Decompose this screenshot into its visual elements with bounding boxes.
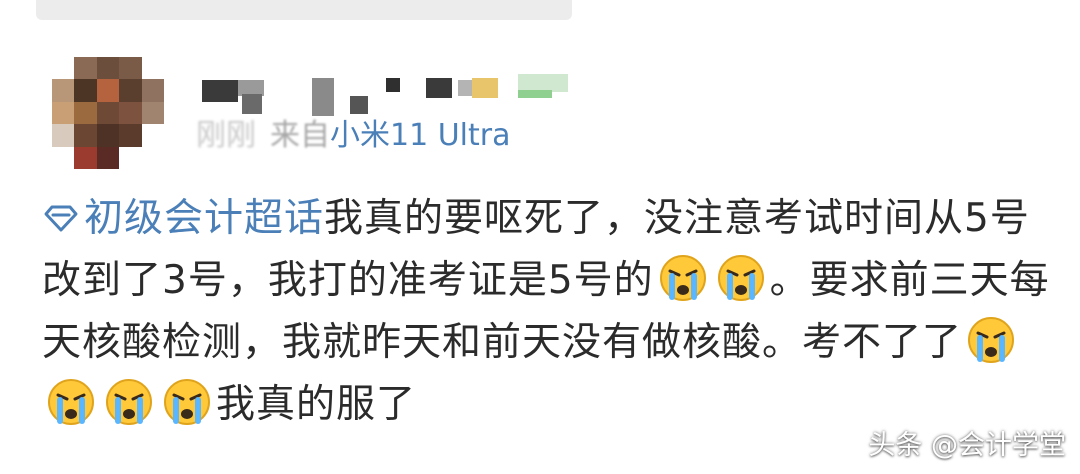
- topic-label: 初级会计超话: [84, 196, 325, 241]
- crying-face-icon: [717, 255, 764, 301]
- diamond-topic-icon: [44, 205, 78, 232]
- watermark: 头条 @会计学堂: [868, 430, 1066, 461]
- post-meta: 刚刚 来自小米11 Ultra: [196, 114, 510, 158]
- post-text-part-3: 我真的服了: [216, 382, 417, 427]
- username-censored[interactable]: [200, 70, 600, 120]
- crying-face-icon: [164, 379, 210, 425]
- post-body: 初级会计超话我真的要呕死了，没注意考试时间从5号改到了3号，我打的准考证是5号的…: [42, 188, 1062, 436]
- crying-face-icon: [659, 255, 706, 301]
- avatar[interactable]: [52, 57, 164, 169]
- post-timestamp: 刚刚: [196, 118, 256, 153]
- previous-card-edge: [36, 0, 572, 20]
- topic-link[interactable]: 初级会计超话: [42, 196, 324, 241]
- crying-face-icon: [968, 317, 1015, 363]
- device-link[interactable]: 小米11 Ultra: [330, 118, 510, 153]
- crying-face-icon: [106, 379, 152, 425]
- source-prefix: 来自: [270, 118, 330, 153]
- crying-face-icon: [48, 379, 94, 425]
